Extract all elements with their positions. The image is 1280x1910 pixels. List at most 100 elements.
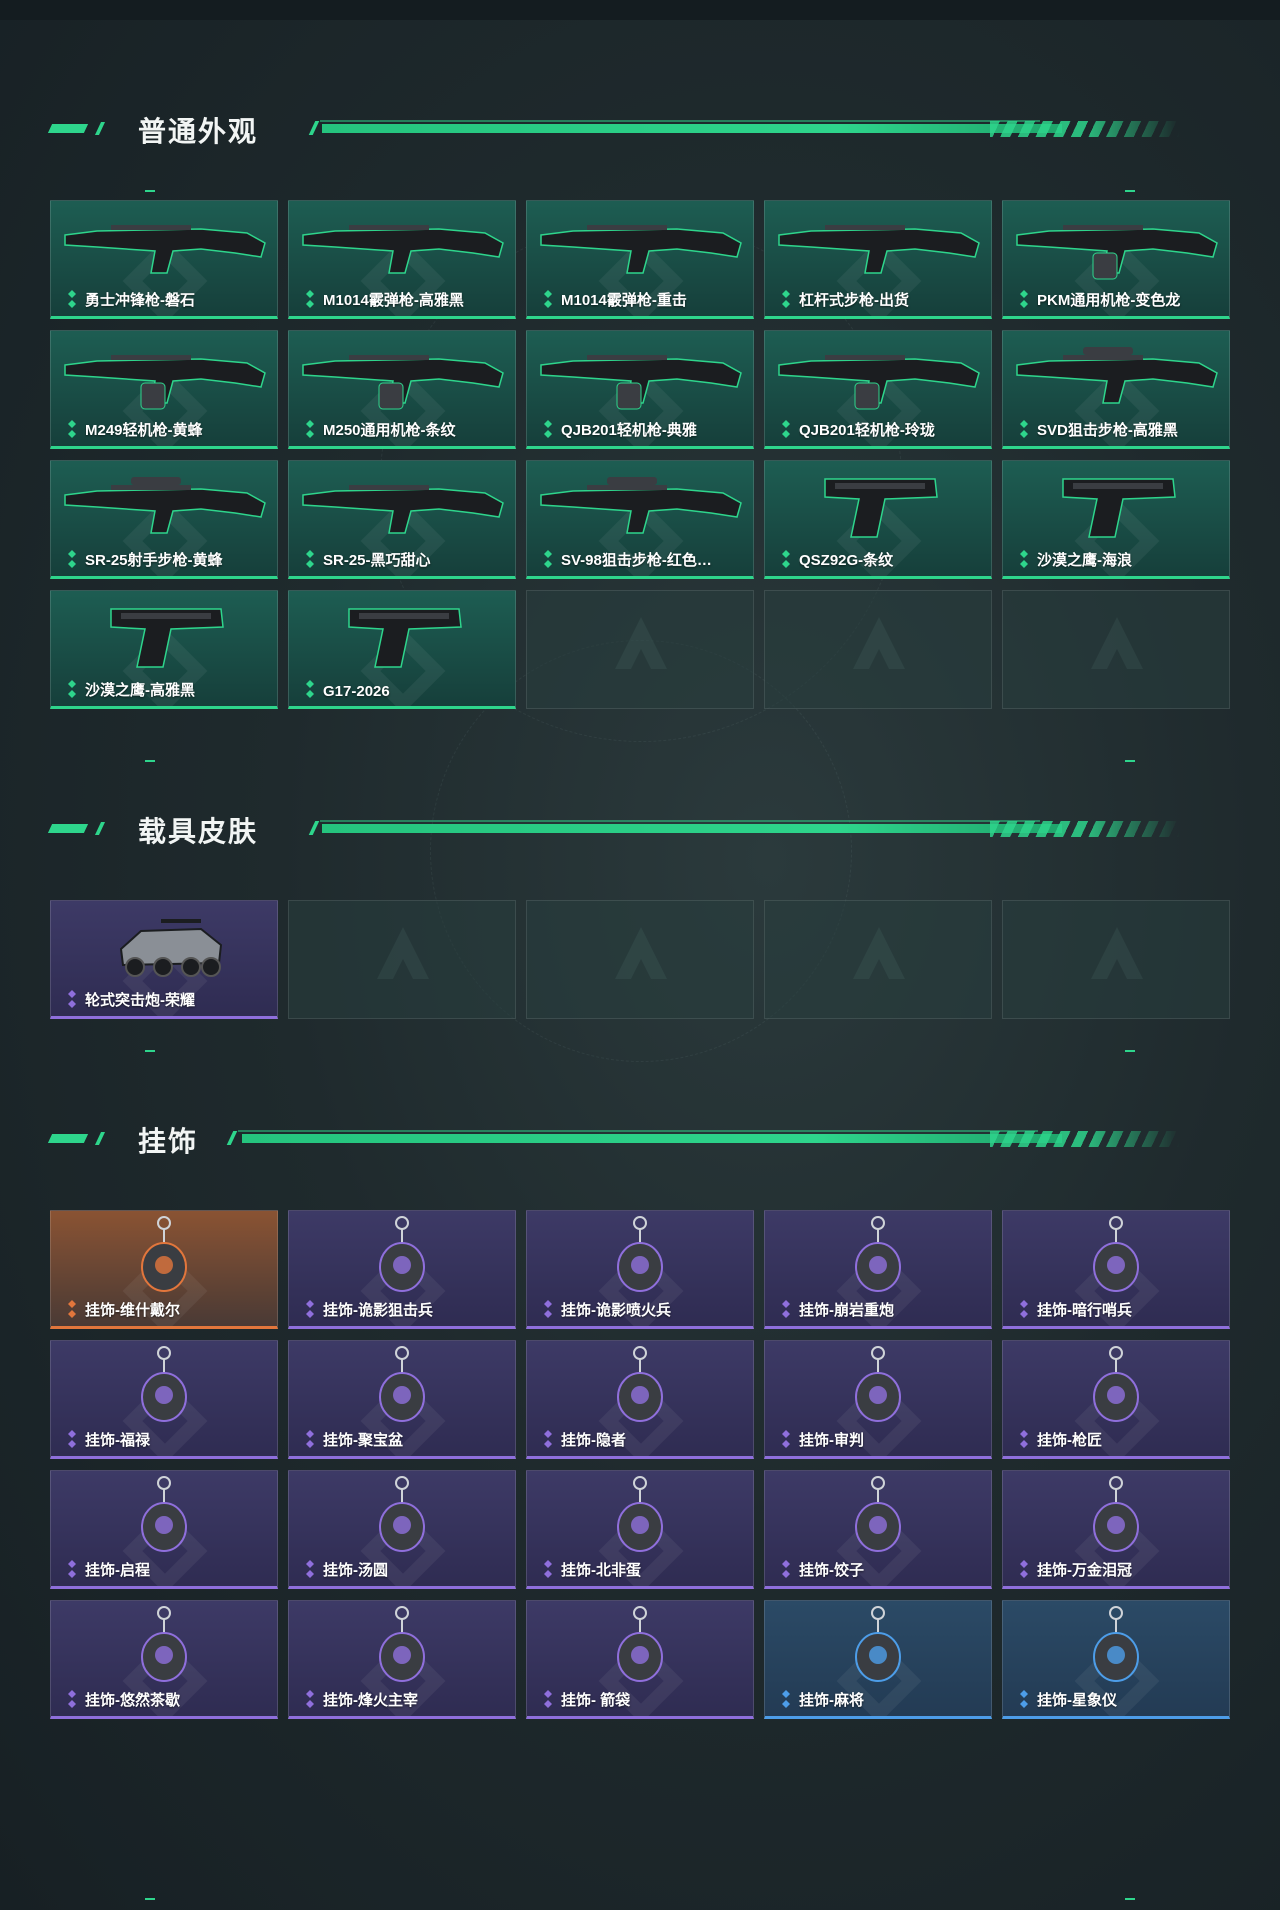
empty-slot [764,590,992,709]
skins-item-card[interactable]: SVD狙击步枪-高雅黑 [1002,330,1230,449]
skins-item-card[interactable]: PKM通用机枪-变色龙 [1002,200,1230,319]
header-checker [990,821,1180,837]
charms-item-card[interactable]: 挂饰-启程 [50,1470,278,1589]
item-label: 挂饰-北非蛋 [561,1562,641,1579]
charms-item-card[interactable]: 挂饰-悠然茶歇 [50,1600,278,1719]
charms-item-card[interactable]: 挂饰-枪匠 [1002,1340,1230,1459]
rarity-icon [544,1300,552,1318]
skins-item-card[interactable]: G17-2026 [288,590,516,709]
rarity-icon [544,290,552,308]
skins-item-card[interactable]: 沙漠之鹰-海浪 [1002,460,1230,579]
empty-slot [526,590,754,709]
charm-icon [617,1216,663,1292]
charms-item-card[interactable]: 挂饰-崩岩重炮 [764,1210,992,1329]
charm-icon [141,1476,187,1552]
header-line [322,124,1062,133]
rarity-icon [306,290,314,308]
header-line [320,820,1040,822]
rarity-icon [306,1430,314,1448]
charms-item-card[interactable]: 挂饰-聚宝盆 [288,1340,516,1459]
sniper-icon [540,477,742,534]
charms-item-card[interactable]: 挂饰-维什戴尔 [50,1210,278,1329]
rarity-icon [68,1300,76,1318]
pistol-icon [348,608,462,668]
charm-icon [1093,1216,1139,1292]
logo-placeholder-icon [1091,927,1143,979]
skins-item-card[interactable]: M1014霰弹枪-高雅黑 [288,200,516,319]
item-label: M249轻机枪-黄蜂 [85,422,203,439]
item-label: 杠杆式步枪-出货 [799,292,909,309]
charms-grid: 挂饰-维什戴尔 挂饰-诡影狙击兵 挂饰-诡影喷火兵 挂饰-崩岩重炮 挂饰-暗行哨兵 挂饰-… [50,1210,1230,1730]
charms-item-card[interactable]: 挂饰-福禄 [50,1340,278,1459]
empty-slot [526,900,754,1019]
rarity-icon [782,1560,790,1578]
skins-item-card[interactable]: M250通用机枪-条纹 [288,330,516,449]
item-label: 挂饰-诡影喷火兵 [561,1302,671,1319]
charms-item-card[interactable]: 挂饰-汤圆 [288,1470,516,1589]
header-dash [94,1132,106,1145]
charm-icon [379,1476,425,1552]
charm-icon [855,1216,901,1292]
charm-icon [617,1476,663,1552]
rarity-icon [544,550,552,568]
skins-item-card[interactable]: QJB201轻机枪-典雅 [526,330,754,449]
charms-item-card[interactable]: 挂饰-饺子 [764,1470,992,1589]
charm-icon [379,1216,425,1292]
header-dash [47,1134,89,1143]
header-dash [47,124,89,133]
charms-item-card[interactable]: 挂饰-隐者 [526,1340,754,1459]
charms-item-card[interactable]: 挂饰-万金泪冠 [1002,1470,1230,1589]
item-label: SV-98狙击步枪-红色… [561,552,712,569]
empty-slot [288,900,516,1019]
skins-item-card[interactable]: 杠杆式步枪-出货 [764,200,992,319]
skins-item-card[interactable]: SV-98狙击步枪-红色… [526,460,754,579]
rarity-icon [782,1300,790,1318]
charms-item-card[interactable]: 挂饰-诡影狙击兵 [288,1210,516,1329]
skins-item-card[interactable]: 沙漠之鹰-高雅黑 [50,590,278,709]
charms-item-card[interactable]: 挂饰- 箭袋 [526,1600,754,1719]
item-label: 挂饰-审判 [799,1432,864,1449]
charm-icon [855,1346,901,1422]
corner-tick [145,190,155,192]
rarity-icon [1020,1300,1028,1318]
skins-item-card[interactable]: QSZ92G-条纹 [764,460,992,579]
item-label: 挂饰-福禄 [85,1432,150,1449]
item-label: 挂饰-星象仪 [1037,1692,1117,1709]
section-title: 挂饰 [138,1126,199,1157]
machine-gun-icon [64,355,266,410]
charms-item-card[interactable]: 挂饰-星象仪 [1002,1600,1230,1719]
skins-grid: 勇士冲锋枪-磐石 M1014霰弹枪-高雅黑 M1014霰弹枪-重击 杠杆式步枪-出货 P… [50,200,1230,720]
skins-item-card[interactable]: QJB201轻机枪-玲珑 [764,330,992,449]
charm-icon [855,1606,901,1682]
charms-item-card[interactable]: 挂饰-诡影喷火兵 [526,1210,754,1329]
charms-item-card[interactable]: 挂饰-审判 [764,1340,992,1459]
item-label: 勇士冲锋枪-磐石 [85,292,195,309]
section-title: 普通外观 [138,116,259,147]
skins-item-card[interactable]: SR-25-黑巧甜心 [288,460,516,579]
charms-item-card[interactable]: 挂饰-暗行哨兵 [1002,1210,1230,1329]
skins-item-card[interactable]: M1014霰弹枪-重击 [526,200,754,319]
shotgun-icon [302,225,504,274]
empty-slot [1002,590,1230,709]
section-header: 挂饰 [47,1118,1230,1158]
item-label: 挂饰-崩岩重炮 [799,1302,894,1319]
rarity-icon [1020,550,1028,568]
vehicles-item-card[interactable]: 轮式突击炮-荣耀 [50,900,278,1019]
rarity-icon [544,1690,552,1708]
charms-item-card[interactable]: 挂饰-北非蛋 [526,1470,754,1589]
rarity-icon [782,550,790,568]
skins-item-card[interactable]: M249轻机枪-黄蜂 [50,330,278,449]
header-dash [308,821,320,835]
skins-item-card[interactable]: SR-25射手步枪-黄蜂 [50,460,278,579]
header-line [238,1130,1038,1132]
corner-tick [1125,190,1135,192]
header-line [320,120,1040,122]
charms-item-card[interactable]: 挂饰-麻将 [764,1600,992,1719]
logo-placeholder-icon [615,927,667,979]
item-label: 挂饰-麻将 [799,1692,864,1709]
pistol-icon [1062,478,1176,538]
skins-item-card[interactable]: 勇士冲锋枪-磐石 [50,200,278,319]
charms-item-card[interactable]: 挂饰-烽火主宰 [288,1600,516,1719]
header-dash [47,824,89,833]
item-label: QJB201轻机枪-玲珑 [799,422,935,439]
